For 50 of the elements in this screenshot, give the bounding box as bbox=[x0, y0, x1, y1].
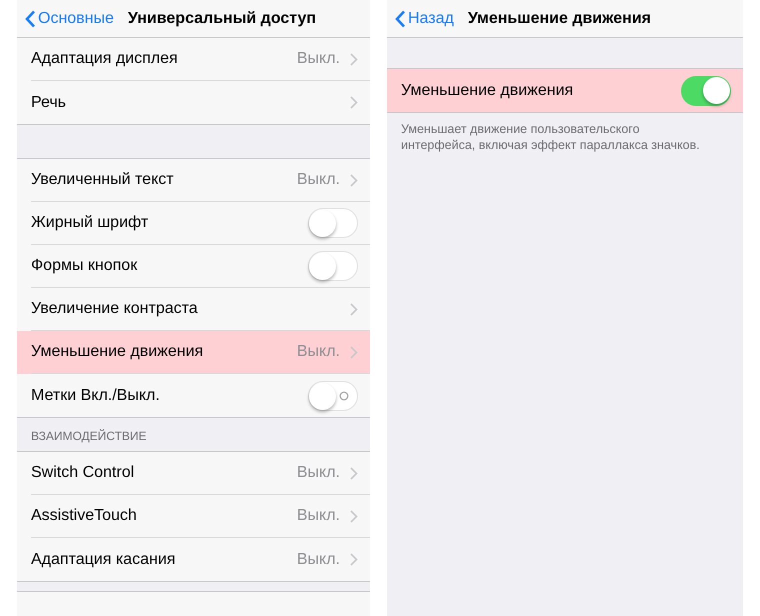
row-label: Уменьшение движения bbox=[401, 80, 574, 100]
row-value: Выкл. bbox=[296, 342, 340, 362]
footer-note: Уменьшает движение пользовательского интерфейса, включая эффект параллакса значков. bbox=[400, 121, 701, 153]
chevron-icon bbox=[350, 346, 358, 358]
settings-row[interactable]: Уменьшение движения bbox=[387, 69, 743, 112]
chevron-icon bbox=[350, 174, 358, 186]
toggle-switch[interactable] bbox=[681, 76, 731, 106]
toggle-switch[interactable] bbox=[308, 208, 358, 238]
row-label: Метки Вкл./Выкл. bbox=[31, 386, 161, 406]
settings-row[interactable]: Речь bbox=[17, 81, 370, 124]
settings-row[interactable]: Адаптация дисплея Выкл. bbox=[17, 38, 370, 81]
back-chevron-icon bbox=[395, 10, 406, 28]
row-value: Выкл. bbox=[296, 170, 340, 190]
toggle-switch[interactable] bbox=[308, 251, 358, 281]
settings-row[interactable]: Адаптация касания Выкл. bbox=[17, 538, 370, 581]
settings-row[interactable]: Жирный шрифт bbox=[17, 202, 370, 245]
row-value: Выкл. bbox=[296, 506, 340, 526]
section-header: ВЗАИМОДЕЙСТВИЕ bbox=[31, 428, 147, 445]
chevron-icon bbox=[350, 52, 358, 66]
back-chevron-icon bbox=[25, 10, 36, 28]
toggle-switch[interactable] bbox=[308, 380, 358, 410]
row-label: Речь bbox=[31, 92, 68, 112]
row-label: Switch Control bbox=[31, 463, 136, 483]
chevron-icon bbox=[350, 553, 358, 566]
row-label: AssistiveTouch bbox=[31, 506, 138, 526]
back-button[interactable]: Основные bbox=[38, 6, 114, 30]
row-label: Увеличение контраста bbox=[31, 299, 199, 319]
row-label: Жирный шрифт bbox=[31, 213, 150, 233]
settings-row[interactable]: Формы кнопок bbox=[17, 245, 370, 288]
back-button[interactable]: Назад bbox=[408, 6, 454, 30]
row-value: Выкл. bbox=[296, 49, 340, 69]
row-label: Адаптация дисплея bbox=[31, 49, 179, 69]
settings-row[interactable]: Метки Вкл./Выкл. bbox=[17, 374, 370, 417]
chevron-icon bbox=[350, 466, 358, 480]
chevron-icon bbox=[350, 96, 358, 109]
row-label: Увеличенный текст bbox=[31, 170, 175, 190]
row-value: Выкл. bbox=[296, 550, 340, 570]
row-label: Уменьшение движения bbox=[31, 342, 204, 362]
settings-row[interactable]: AssistiveTouch Выкл. bbox=[17, 495, 370, 538]
chevron-icon bbox=[350, 302, 358, 316]
nav-title: Универсальный доступ bbox=[128, 8, 316, 28]
row-label: Адаптация касания bbox=[31, 550, 176, 570]
settings-row[interactable]: Увеличение контраста bbox=[17, 288, 370, 331]
settings-row[interactable]: Уменьшение движения Выкл. bbox=[17, 331, 370, 374]
chevron-icon bbox=[350, 510, 358, 522]
row-value: Выкл. bbox=[296, 463, 340, 483]
nav-title: Уменьшение движения bbox=[468, 8, 652, 28]
settings-row[interactable]: Увеличенный текст Выкл. bbox=[17, 159, 370, 202]
settings-row[interactable]: Switch Control Выкл. bbox=[17, 452, 370, 495]
row-label: Формы кнопок bbox=[31, 256, 138, 276]
